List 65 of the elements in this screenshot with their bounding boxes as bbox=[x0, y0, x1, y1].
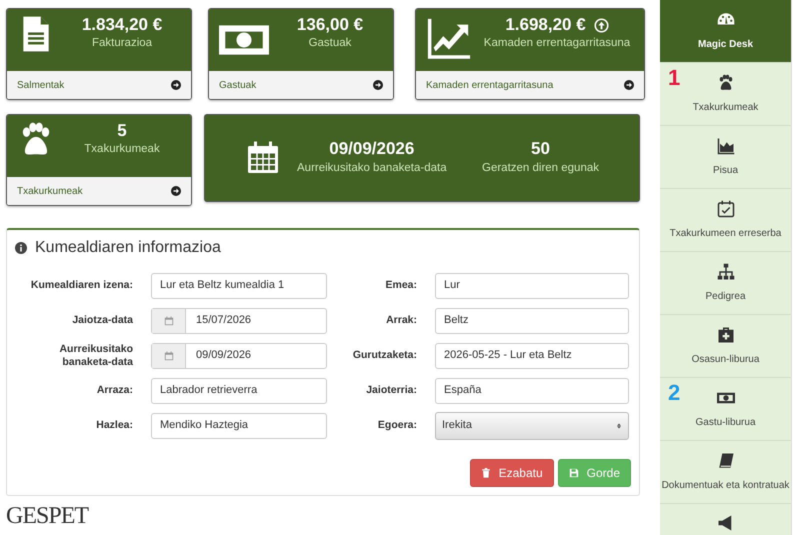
calendar-icon bbox=[164, 316, 174, 326]
arrow-right-circle-icon bbox=[171, 80, 181, 90]
arrow-right-circle-icon bbox=[624, 80, 634, 90]
field-label: Hazlea: bbox=[95, 419, 133, 432]
amount-value: 136,00 € bbox=[296, 15, 364, 36]
area-chart-icon bbox=[716, 136, 734, 154]
logo: GESPET bbox=[6, 504, 90, 528]
sidebar-item[interactable]: Pisua bbox=[660, 126, 791, 189]
info-icon bbox=[15, 242, 27, 254]
sidebar-item[interactable]: Magic Desk bbox=[660, 0, 791, 63]
amount-label: Kamaden errentagarritasuna bbox=[482, 36, 632, 52]
input-field[interactable]: Mendiko Haztegia bbox=[151, 412, 327, 438]
field-label: Egoera: bbox=[376, 419, 417, 432]
sidebar-item[interactable]: Pedigrea bbox=[660, 252, 791, 315]
delete-button[interactable]: Ezabatu bbox=[470, 459, 554, 487]
input-field[interactable]: Beltz bbox=[435, 308, 629, 334]
amount-label: Txakurkumeak bbox=[83, 142, 161, 158]
sidebar-item[interactable]: Dokumentuak eta kontratuak bbox=[660, 441, 791, 504]
trash-icon bbox=[480, 468, 491, 478]
amount-value: 1.698,20 € bbox=[505, 15, 586, 36]
date-field[interactable]: 15/07/2026 bbox=[151, 308, 327, 334]
amount-label: Gastuak bbox=[308, 36, 352, 52]
field-label: Jaioterria: bbox=[365, 384, 417, 397]
floppy-icon bbox=[568, 468, 579, 478]
sidebar-item[interactable]: 1 Txakurkumeak bbox=[660, 63, 791, 126]
field-label: Kumealdiaren izena: bbox=[30, 279, 133, 292]
annotation-number: 2 bbox=[668, 382, 680, 404]
amount-value: 5 bbox=[117, 121, 127, 142]
medical-kit-icon bbox=[716, 326, 734, 344]
calendar-check-icon bbox=[716, 200, 734, 218]
arrow-right-circle-icon bbox=[373, 80, 383, 90]
amount-label: Fakturazioa bbox=[90, 36, 154, 52]
field-label: Aurreikusitako banaketa-data bbox=[58, 342, 133, 368]
input-field[interactable]: Lur bbox=[435, 272, 629, 298]
input-field[interactable]: Labrador retrieverra bbox=[151, 378, 327, 404]
field-label: Emea: bbox=[384, 279, 417, 292]
footer-link[interactable]: Gastuak bbox=[209, 71, 393, 99]
input-field[interactable]: Lur eta Beltz kumealdia 1 bbox=[151, 272, 327, 298]
footer-link[interactable]: Txakurkumeak bbox=[7, 177, 191, 205]
input-field[interactable]: 2026-05-25 - Lur eta Beltz bbox=[435, 342, 629, 368]
footer-link[interactable]: Kamaden errentagarritasuna bbox=[416, 71, 644, 99]
footer-link[interactable]: Salmentak bbox=[7, 71, 191, 99]
field-label: Gurutzaketa: bbox=[352, 349, 417, 362]
date-value: 09/09/2026 bbox=[328, 139, 416, 160]
field-label: Arrak: bbox=[385, 314, 417, 327]
panel-title: Kumealdiaren informazioa bbox=[35, 238, 221, 258]
date-field[interactable]: 09/09/2026 bbox=[151, 342, 327, 368]
arrow-up-circle-icon bbox=[594, 18, 609, 33]
annotation-number: 1 bbox=[668, 67, 680, 89]
sidebar-item[interactable]: Osasun-liburua bbox=[660, 315, 791, 378]
field-label: Arraza: bbox=[96, 384, 133, 397]
date-label: Aurreikusitako banaketa-data bbox=[297, 160, 447, 176]
field-label: Jaiotza-data bbox=[71, 314, 133, 327]
days-value: 50 bbox=[530, 139, 551, 160]
amount-value: 1.834,20 € bbox=[82, 15, 162, 36]
sidebar-item[interactable]: 2 Gastu-liburua bbox=[660, 378, 791, 441]
megaphone-icon bbox=[716, 514, 734, 532]
calendar-icon bbox=[164, 350, 174, 360]
sidebar-item[interactable]: Txakurkumeen erreserba bbox=[660, 189, 791, 252]
days-label: Geratzen diren egunak bbox=[482, 160, 599, 176]
arrow-right-circle-icon bbox=[171, 186, 181, 196]
input-field[interactable]: España bbox=[435, 378, 629, 404]
hierarchy-icon bbox=[716, 262, 734, 280]
select-field[interactable]: Irekita bbox=[435, 412, 629, 440]
book-icon bbox=[716, 452, 734, 470]
